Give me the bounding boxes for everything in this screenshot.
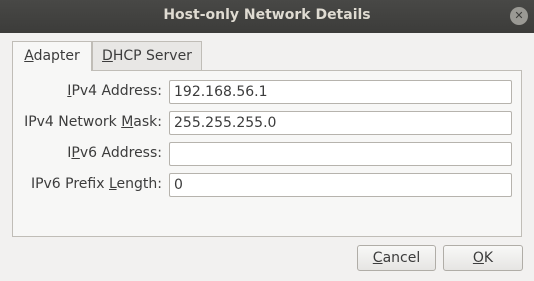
ipv6-prefix-label-mnemonic: L [108, 176, 117, 192]
ipv4-mask-label: IPv4 Network Mask: [24, 114, 162, 130]
ipv6-address-label-mnemonic: P [71, 145, 80, 161]
tab-adapter-label: dapter [33, 48, 80, 64]
ipv6-address-label: IPv6 Address: [67, 145, 162, 161]
ipv4-mask-label-post: ask: [133, 114, 162, 130]
window-title: Host-only Network Details [163, 7, 371, 23]
tab-dhcp-server[interactable]: DHCP Server [92, 41, 202, 70]
cancel-button-mnemonic: C [372, 250, 383, 266]
titlebar[interactable]: Host-only Network Details ✕ [0, 0, 534, 33]
ipv4-mask-input[interactable]: 255.255.255.0 [169, 111, 512, 135]
ipv6-prefix-label-post: ength: [116, 176, 162, 192]
ipv6-prefix-label-pre: IPv6 Prefix [30, 176, 109, 192]
tab-adapter-mnemonic: A [24, 48, 34, 64]
cancel-button[interactable]: Cancel [357, 245, 436, 271]
ipv4-address-label: IPv4 Address: [67, 83, 162, 99]
dialog-window: Host-only Network Details ✕ Adapter DHCP… [0, 0, 534, 281]
ipv4-address-label-post: Pv4 Address: [71, 83, 162, 99]
ipv6-address-input[interactable] [169, 142, 512, 166]
tab-adapter[interactable]: Adapter [12, 41, 92, 71]
tab-dhcp-mnemonic: D [102, 48, 113, 64]
ok-button-mnemonic: O [472, 250, 484, 266]
ipv4-address-input[interactable]: 192.168.56.1 [169, 80, 512, 104]
ipv6-address-label-post: v6 Address: [79, 145, 162, 161]
tab-dhcp-label: HCP Server [112, 48, 192, 64]
ok-button[interactable]: OK [443, 245, 523, 271]
cancel-button-label: ancel [382, 250, 421, 266]
ipv4-mask-label-mnemonic: M [121, 114, 134, 130]
ipv6-prefix-input[interactable]: 0 [169, 173, 512, 197]
close-icon[interactable]: ✕ [510, 7, 528, 25]
ipv4-mask-label-pre: IPv4 Network [24, 114, 122, 130]
ipv6-prefix-label: IPv6 Prefix Length: [31, 176, 162, 192]
ok-button-label: K [483, 250, 494, 266]
